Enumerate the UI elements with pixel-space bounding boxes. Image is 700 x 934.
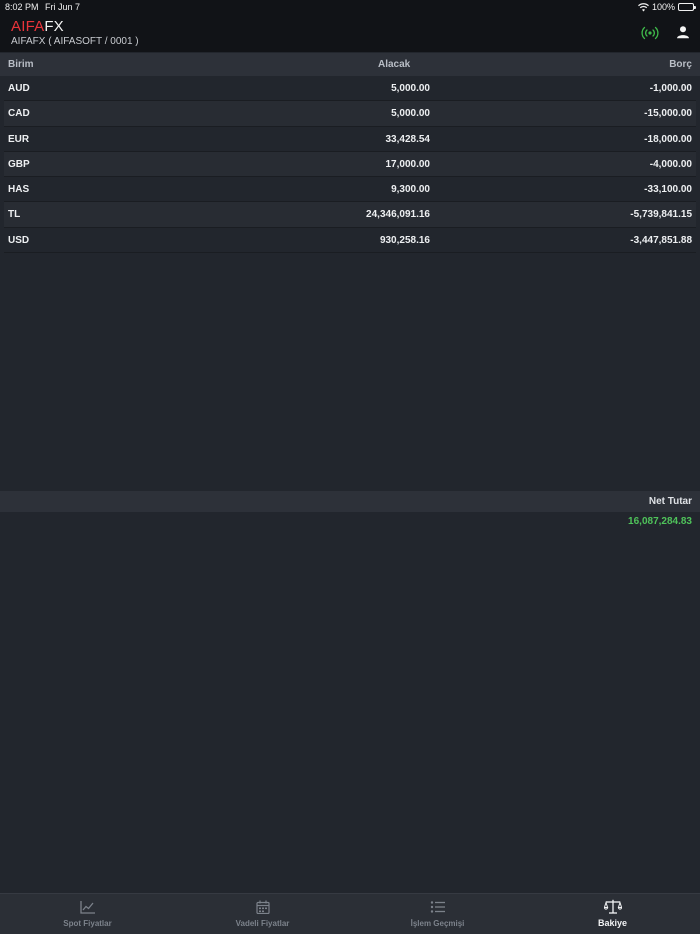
cell-debit: -15,000.00: [644, 108, 692, 120]
battery-icon: [678, 3, 696, 11]
app-header: AIFAFX AIFAFX ( AIFASOFT / 0001 ): [0, 14, 700, 52]
cell-credit: 33,428.54: [385, 133, 431, 145]
cell-unit: EUR: [8, 133, 30, 145]
header-debit[interactable]: Borç: [669, 59, 692, 70]
cell-debit: -1,000.00: [649, 83, 692, 94]
line-chart-icon: [79, 901, 95, 914]
table-row[interactable]: GBP 17,000.00 -4,000.00: [4, 151, 696, 178]
header-unit[interactable]: Birim: [8, 59, 34, 70]
app-logo: AIFAFX: [11, 19, 64, 35]
battery-percent: 100%: [651, 2, 675, 12]
tab-label: Vadeli Fiyatlar: [235, 919, 290, 928]
cell-unit: AUD: [8, 83, 30, 94]
cell-credit: 17,000.00: [385, 158, 431, 170]
table-body: AUD 5,000.00 -1,000.00 CAD 5,000.00 -15,…: [0, 76, 700, 254]
cell-credit: 930,258.16: [379, 234, 430, 246]
wifi-icon: [638, 2, 649, 11]
cell-debit: -4,000.00: [649, 158, 692, 170]
net-total-value: 16,087,284.83: [628, 516, 692, 527]
tab-spot-prices[interactable]: Spot Fiyatlar: [0, 894, 175, 934]
net-total-label: Net Tutar: [648, 496, 692, 507]
tab-label: Spot Fiyatlar: [63, 919, 112, 928]
tab-forward-prices[interactable]: Vadeli Fiyatlar: [175, 894, 350, 934]
table-row[interactable]: USD 930,258.16 -3,447,851.88: [4, 228, 696, 254]
broadcast-signal-icon[interactable]: [641, 25, 659, 41]
cell-unit: USD: [8, 234, 30, 246]
status-right: 100%: [638, 2, 696, 12]
cell-debit: -18,000.00: [644, 133, 692, 145]
status-bar: 8:02 PM Fri Jun 7 100%: [0, 0, 700, 14]
cell-credit: 5,000.00: [391, 83, 430, 94]
tab-label: Bakiye: [597, 918, 628, 928]
status-time: 8:02 PM: [5, 2, 39, 12]
table-row[interactable]: CAD 5,000.00 -15,000.00: [4, 101, 696, 127]
user-icon[interactable]: [676, 25, 690, 39]
status-date: Fri Jun 7: [45, 2, 81, 12]
brand-part-aifa: AIFA: [11, 18, 45, 35]
bottom-tab-bar: Spot Fiyatlar Vadeli Fiyatlar İşlem Geçm…: [0, 893, 700, 934]
cell-credit: 5,000.00: [391, 108, 430, 120]
cell-unit: HAS: [8, 184, 30, 196]
cell-unit: TL: [8, 209, 21, 221]
account-subtitle: AIFAFX ( AIFASOFT / 0001 ): [11, 36, 139, 47]
cell-credit: 9,300.00: [391, 184, 430, 196]
table-row[interactable]: AUD 5,000.00 -1,000.00: [4, 76, 696, 102]
tab-label: İşlem Geçmişi: [410, 919, 465, 928]
cell-credit: 24,346,091.16: [366, 209, 430, 221]
calendar-icon: [255, 900, 270, 914]
tab-transaction-history[interactable]: İşlem Geçmişi: [350, 894, 525, 934]
table-header: Birim Alacak Borç: [0, 53, 700, 76]
cell-unit: GBP: [8, 158, 30, 170]
tab-balance[interactable]: Bakiye: [525, 894, 700, 934]
brand-part-fx: FX: [44, 18, 64, 35]
balance-table: Birim Alacak Borç AUD 5,000.00 -1,000.00…: [0, 53, 700, 254]
cell-unit: CAD: [8, 108, 30, 120]
list-icon: [430, 901, 445, 913]
net-total-header: Net Tutar: [0, 491, 700, 512]
header-credit[interactable]: Alacak: [378, 59, 410, 70]
table-row[interactable]: EUR 33,428.54 -18,000.00: [4, 127, 696, 152]
table-row[interactable]: HAS 9,300.00 -33,100.00: [4, 177, 696, 203]
cell-debit: -33,100.00: [644, 184, 692, 196]
cell-debit: -3,447,851.88: [630, 234, 692, 246]
table-row[interactable]: TL 24,346,091.16 -5,739,841.15: [4, 202, 696, 228]
scale-icon: [603, 899, 622, 914]
cell-debit: -5,739,841.15: [630, 209, 692, 221]
